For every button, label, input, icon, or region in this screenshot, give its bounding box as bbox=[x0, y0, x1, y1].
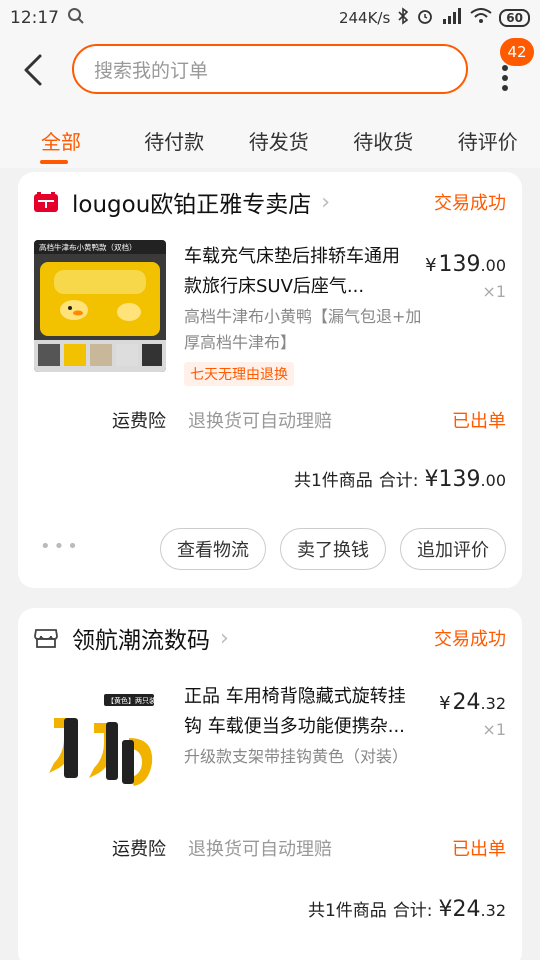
insurance-status: 已出单 bbox=[452, 411, 506, 432]
order-actions: 查看物流 卖了换钱 追加评价 bbox=[160, 528, 506, 570]
back-button[interactable] bbox=[18, 52, 50, 88]
product-quantity: ×1 bbox=[482, 282, 506, 301]
bluetooth-icon bbox=[397, 7, 409, 29]
status-bar: 12:17 244K/s 60 bbox=[0, 0, 540, 36]
product-spec: 升级款支架带挂钩黄色（对装） bbox=[184, 747, 409, 766]
product-spec: 高档牛津布小黄鸭【漏气包退+加厚高档牛津布】 bbox=[184, 307, 422, 352]
order-card[interactable]: lougou欧铂正雅专卖店 › 交易成功 高档牛津布小黄鸭款（双档） 车载充气床… bbox=[18, 172, 522, 588]
product-image-caption: 高档牛津布小黄鸭款（双档） bbox=[39, 242, 137, 252]
item-count: 共1件商品 bbox=[307, 901, 387, 921]
order-total: 共1件商品 合计: ¥24.32 bbox=[308, 896, 506, 922]
total-label: 合计: bbox=[378, 471, 419, 491]
total-label: 合计: bbox=[392, 901, 433, 921]
network-speed: 244K/s bbox=[338, 9, 391, 27]
product-image-caption: 【黄色】两只装 bbox=[107, 696, 156, 705]
tab-pending-receipt[interactable]: 待收货 bbox=[331, 112, 436, 168]
order-tabs: 全部 待付款 待发货 待收货 待评价 bbox=[0, 112, 540, 168]
shop-name[interactable]: lougou欧铂正雅专卖店 bbox=[72, 185, 311, 219]
product-price: ¥139.00 bbox=[425, 252, 506, 277]
insurance-label: 运费险 bbox=[112, 839, 166, 860]
insurance-status: 已出单 bbox=[452, 839, 506, 860]
resell-button[interactable]: 卖了换钱 bbox=[280, 528, 386, 570]
shop-header[interactable]: 领航潮流数码 › 交易成功 bbox=[34, 622, 506, 654]
tab-all[interactable]: 全部 bbox=[0, 112, 122, 168]
insurance-desc: 退换货可自动理赔 bbox=[188, 839, 332, 860]
search-input[interactable]: 搜索我的订单 bbox=[72, 44, 468, 94]
product-image[interactable]: 【黄色】两只装 bbox=[34, 678, 166, 810]
order-total: 共1件商品 合计: ¥139.00 bbox=[294, 466, 506, 492]
tmall-icon bbox=[34, 192, 58, 212]
status-time: 12:17 bbox=[10, 8, 59, 28]
wifi-icon bbox=[470, 8, 492, 28]
tab-pending-payment[interactable]: 待付款 bbox=[122, 112, 227, 168]
header: 搜索我的订单 42 bbox=[0, 36, 540, 112]
order-status: 交易成功 bbox=[434, 629, 506, 650]
chevron-right-icon: › bbox=[321, 189, 331, 215]
product-image[interactable]: 高档牛津布小黄鸭款（双档） bbox=[34, 240, 166, 372]
insurance-desc: 退换货可自动理赔 bbox=[188, 411, 332, 432]
product-quantity: ×1 bbox=[482, 720, 506, 739]
store-icon bbox=[34, 628, 58, 648]
order-status: 交易成功 bbox=[434, 193, 506, 214]
signal-icon bbox=[441, 8, 463, 28]
item-count: 共1件商品 bbox=[293, 471, 373, 491]
return-policy-tag: 七天无理由退换 bbox=[184, 362, 294, 386]
more-actions-icon[interactable]: ••• bbox=[40, 536, 81, 557]
shop-header[interactable]: lougou欧铂正雅专卖店 › 交易成功 bbox=[34, 186, 506, 218]
chevron-right-icon: › bbox=[220, 625, 229, 651]
alarm-icon bbox=[416, 7, 434, 29]
shipping-insurance-row[interactable]: 运费险 退换货可自动理赔 已出单 bbox=[18, 828, 522, 868]
tab-pending-shipment[interactable]: 待发货 bbox=[226, 112, 331, 168]
shop-name[interactable]: 领航潮流数码 bbox=[72, 621, 210, 655]
total-amount: ¥24.32 bbox=[438, 897, 506, 922]
total-amount: ¥139.00 bbox=[424, 467, 506, 492]
order-card[interactable]: 领航潮流数码 › 交易成功 【黄色】两只装 正品 车用椅背隐藏式旋转挂钩 车载便… bbox=[18, 608, 522, 960]
notification-badge: 42 bbox=[500, 38, 534, 66]
product-price: ¥24.32 bbox=[439, 690, 506, 715]
search-icon bbox=[67, 7, 85, 29]
shipping-insurance-row[interactable]: 运费险 退换货可自动理赔 已出单 bbox=[18, 400, 522, 440]
tab-pending-review[interactable]: 待评价 bbox=[435, 112, 540, 168]
product-title[interactable]: 车载充气床垫后排轿车通用款旅行床SUV后座气... bbox=[184, 242, 414, 302]
back-arrow-icon bbox=[24, 54, 42, 86]
insurance-label: 运费险 bbox=[112, 411, 166, 432]
search-placeholder: 搜索我的订单 bbox=[94, 59, 209, 82]
view-logistics-button[interactable]: 查看物流 bbox=[160, 528, 266, 570]
product-title[interactable]: 正品 车用椅背隐藏式旋转挂钩 车载便当多功能便携杂... bbox=[184, 682, 414, 742]
add-review-button[interactable]: 追加评价 bbox=[400, 528, 506, 570]
battery-indicator: 60 bbox=[499, 9, 530, 27]
